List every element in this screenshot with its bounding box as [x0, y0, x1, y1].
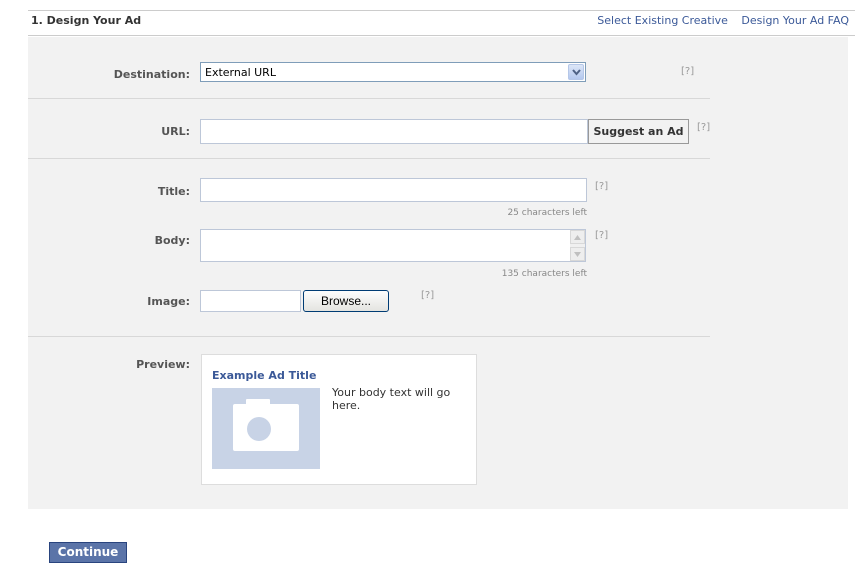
preview-label: Preview:: [136, 358, 190, 371]
body-textarea[interactable]: [200, 229, 586, 262]
browse-button[interactable]: Browse...: [303, 290, 389, 312]
url-label: URL:: [161, 125, 190, 138]
image-help-link[interactable]: [?]: [421, 290, 434, 301]
preview-ad-title: Example Ad Title: [212, 369, 317, 382]
header-links: Select Existing Creative Design Your Ad …: [587, 14, 849, 27]
design-ad-panel: Destination: External URL [?] URL: Sugge…: [28, 37, 848, 509]
design-your-ad-faq-link[interactable]: Design Your Ad FAQ: [741, 14, 849, 27]
title-input[interactable]: [200, 178, 587, 202]
destination-select[interactable]: External URL: [200, 62, 586, 82]
destination-label: Destination:: [113, 68, 190, 81]
scroll-up-arrow-icon[interactable]: [570, 230, 585, 244]
continue-button[interactable]: Continue: [49, 542, 127, 563]
divider: [28, 98, 710, 99]
body-help-link[interactable]: [?]: [595, 230, 608, 241]
dropdown-arrow-icon[interactable]: [568, 64, 584, 80]
url-input[interactable]: [200, 119, 588, 144]
divider: [28, 158, 710, 159]
suggest-an-ad-button[interactable]: Suggest an Ad: [588, 119, 689, 144]
url-help-link[interactable]: [?]: [697, 122, 710, 133]
body-char-counter: 135 characters left: [501, 269, 587, 279]
camera-icon: [233, 399, 299, 451]
image-file-input[interactable]: [200, 290, 301, 312]
title-label: Title:: [157, 185, 190, 198]
preview-ad-body: Your body text will go here.: [332, 386, 451, 412]
body-label: Body:: [154, 234, 190, 247]
section-header: 1. Design Your Ad Select Existing Creati…: [28, 10, 855, 36]
title-help-link[interactable]: [?]: [595, 181, 608, 192]
section-title: 1. Design Your Ad: [31, 14, 142, 27]
select-existing-creative-link[interactable]: Select Existing Creative: [597, 14, 728, 27]
destination-help-link[interactable]: [?]: [681, 66, 694, 77]
divider: [28, 336, 710, 337]
body-scrollbar[interactable]: [570, 230, 585, 261]
destination-value: External URL: [205, 66, 276, 79]
ad-preview: Example Ad Title Your body text will go …: [201, 354, 477, 485]
preview-image-placeholder: [212, 388, 320, 469]
scroll-down-arrow-icon[interactable]: [570, 247, 585, 261]
image-label: Image:: [147, 295, 190, 308]
title-char-counter: 25 characters left: [507, 208, 587, 218]
